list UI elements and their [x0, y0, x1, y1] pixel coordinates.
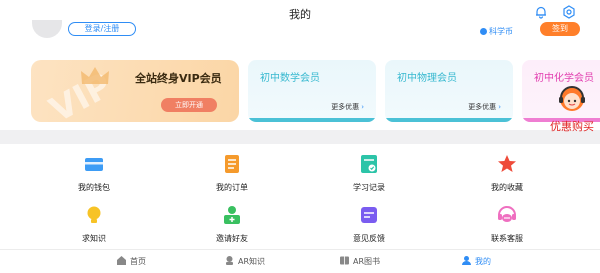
profile-strip: 登录/注册 科学币 签到 — [0, 20, 600, 44]
study-record-icon — [361, 155, 377, 173]
coin-label: 科学币 — [489, 27, 513, 36]
app-root: 我的 登录/注册 科学币 签到 VIP 全站终身VIP会员 立即开通 初中数学会… — [0, 0, 600, 273]
nav-ar-knowledge-label: AR知识 — [238, 257, 266, 266]
nav-home[interactable]: 首页 — [116, 255, 146, 269]
study-record-item[interactable]: 学习记录 — [329, 148, 409, 196]
ar-book-icon — [340, 256, 349, 265]
chevron-right-icon: › — [361, 103, 364, 111]
more-discount-link[interactable]: 更多优惠 › — [331, 102, 364, 112]
chevron-right-icon: › — [498, 103, 501, 111]
math-member-card[interactable]: 初中数学会员 更多优惠 › — [248, 60, 376, 122]
bottom-nav: 首页 AR知识 AR图书 我的 — [0, 249, 600, 273]
physics-member-card[interactable]: 初中物理会员 更多优惠 › — [385, 60, 513, 122]
customer-service-avatar-icon — [559, 86, 585, 111]
vip-title: 全站终身VIP会员 — [135, 72, 222, 85]
nav-ar-book-label: AR图书 — [353, 257, 381, 266]
ask-knowledge-label: 求知识 — [82, 234, 106, 243]
favorites-label: 我的收藏 — [491, 183, 523, 192]
login-register-button[interactable]: 登录/注册 — [68, 22, 136, 36]
star-icon — [498, 155, 516, 172]
vip-card[interactable]: VIP 全站终身VIP会员 立即开通 — [31, 60, 239, 122]
card-accent-bar — [385, 118, 513, 122]
order-item[interactable]: 我的订单 — [192, 148, 272, 196]
ask-knowledge-item[interactable]: 求知识 — [54, 199, 134, 247]
more-discount-link[interactable]: 更多优惠 › — [468, 102, 501, 112]
crown-icon — [81, 67, 109, 84]
membership-cards: VIP 全站终身VIP会员 立即开通 初中数学会员 更多优惠 › 初中物理会员 更… — [0, 44, 600, 130]
feedback-icon — [361, 207, 377, 223]
wallet-label: 我的钱包 — [78, 183, 110, 192]
page-title: 我的 — [289, 8, 311, 21]
card-title: 初中物理会员 — [397, 73, 457, 84]
nav-ar-knowledge[interactable]: AR知识 — [224, 255, 265, 269]
feedback-label: 意见反馈 — [353, 234, 385, 243]
discount-assistant[interactable]: 优惠购买 — [550, 82, 600, 144]
bulb-icon — [87, 206, 101, 223]
nav-ar-book[interactable]: AR图书 — [339, 255, 380, 269]
invite-friend-item[interactable]: 邀请好友 — [192, 199, 272, 247]
bell-icon[interactable] — [534, 5, 548, 19]
card-accent-bar — [248, 118, 376, 122]
ar-knowledge-icon — [226, 256, 233, 265]
function-grid: 我的钱包 我的订单 学习记录 我的收藏 求知识 邀请好友 意见反馈 联系客服 — [0, 144, 600, 249]
more-label: 更多优惠 — [468, 103, 497, 111]
service-icon — [498, 206, 516, 222]
science-coin[interactable]: 科学币 — [480, 26, 513, 37]
study-record-label: 学习记录 — [353, 183, 385, 192]
invite-friend-label: 邀请好友 — [216, 234, 248, 243]
customer-service-item[interactable]: 联系客服 — [467, 199, 547, 247]
discount-purchase-label: 优惠购买 — [550, 120, 594, 133]
more-label: 更多优惠 — [331, 103, 360, 111]
nav-mine[interactable]: 我的 — [461, 255, 491, 269]
gear-icon[interactable] — [562, 5, 576, 19]
wallet-item[interactable]: 我的钱包 — [54, 148, 134, 196]
coin-icon — [480, 28, 487, 35]
card-title: 初中数学会员 — [260, 73, 320, 84]
avatar[interactable] — [32, 20, 62, 38]
sign-in-button[interactable]: 签到 — [540, 22, 580, 36]
feedback-item[interactable]: 意见反馈 — [329, 199, 409, 247]
customer-service-label: 联系客服 — [491, 234, 523, 243]
nav-mine-label: 我的 — [475, 257, 491, 266]
open-vip-button[interactable]: 立即开通 — [161, 98, 217, 112]
order-icon — [225, 155, 239, 173]
user-icon — [462, 256, 471, 265]
home-icon — [117, 256, 126, 265]
wallet-icon — [85, 158, 103, 171]
order-label: 我的订单 — [216, 183, 248, 192]
nav-home-label: 首页 — [130, 257, 146, 266]
favorites-item[interactable]: 我的收藏 — [467, 148, 547, 196]
invite-icon — [224, 206, 240, 224]
section-divider — [0, 130, 600, 144]
